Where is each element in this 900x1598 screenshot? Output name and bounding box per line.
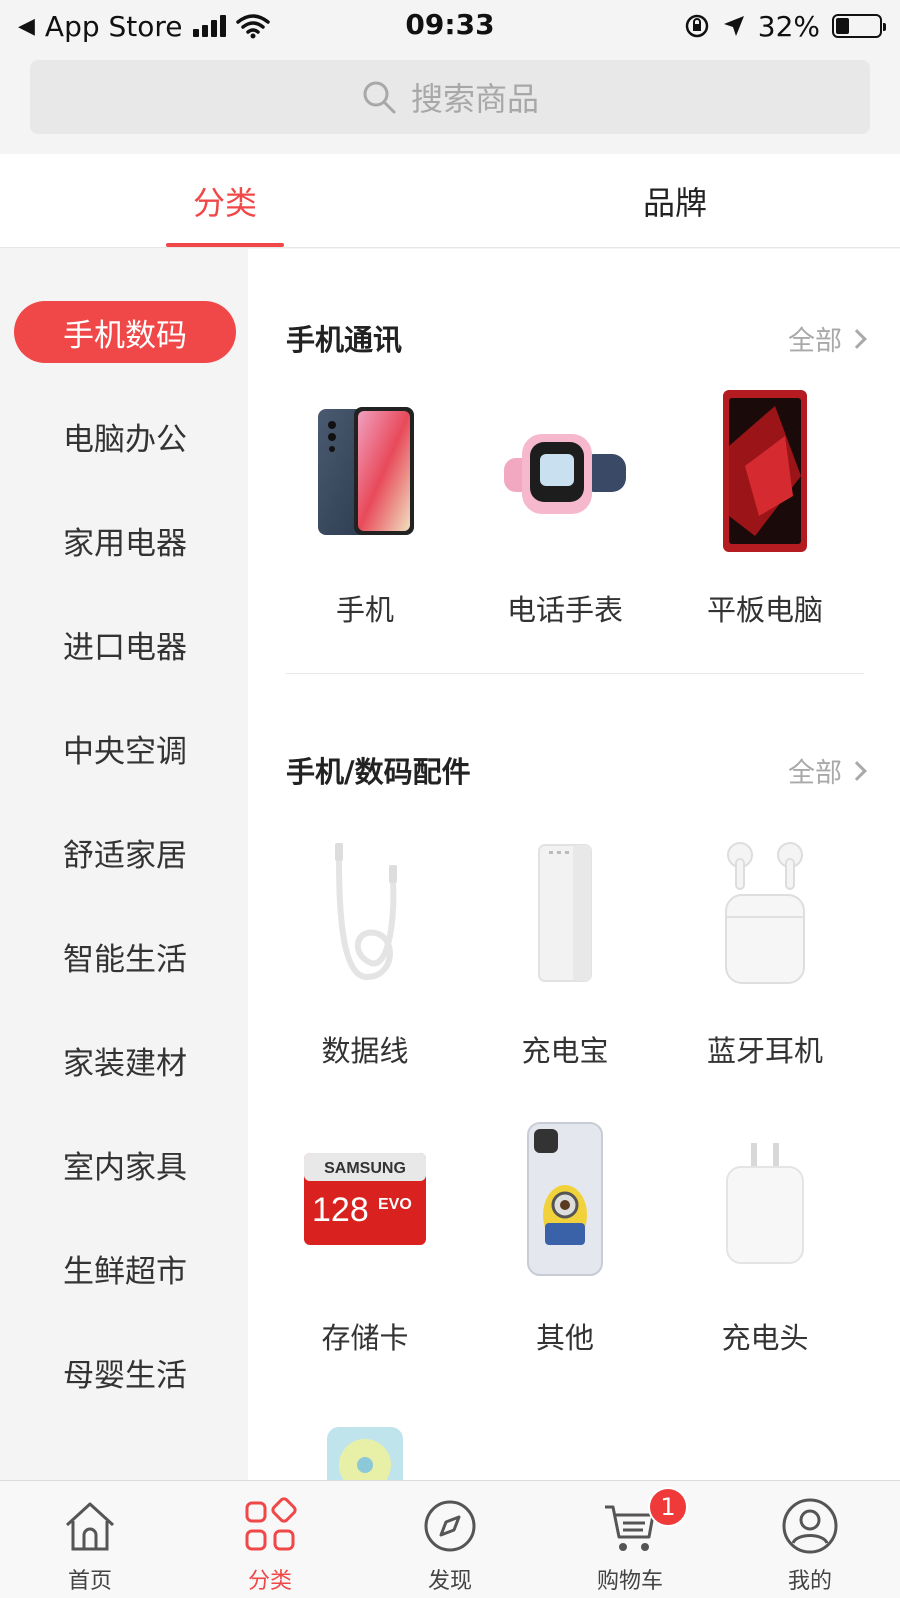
category-sidebar: 手机数码 电脑办公 家用电器 进口电器 中央空调 舒适家居 智能生活 家装建材 … <box>0 249 248 1480</box>
product-name: 其他 <box>535 1321 594 1355</box>
back-app-label: App Store <box>44 9 183 43</box>
product-name: 电话手表 <box>506 593 623 627</box>
category-icon <box>245 1497 297 1551</box>
memory-card-image: SAMSUNG 128 EVO <box>290 1119 440 1279</box>
product-item[interactable]: 蓝牙耳机 <box>665 832 865 1070</box>
sidebar-item-comfort-home[interactable]: 舒适家居 <box>14 821 236 883</box>
sidebar-item-home-appliances[interactable]: 家用电器 <box>14 509 236 571</box>
section-title-phones: 手机通讯 <box>286 323 403 357</box>
status-right: 32% <box>684 9 886 43</box>
tab-category[interactable]: 分类 <box>0 154 450 247</box>
product-item[interactable]: 充电宝 <box>465 832 665 1070</box>
sidebar-item-computer-office[interactable]: 电脑办公 <box>14 405 236 467</box>
tabbar-discover[interactable]: 发现 <box>360 1481 540 1598</box>
bottom-tab-bar: 首页 分类 发现 购物车 1 我的 <box>0 1480 900 1598</box>
tabbar-profile[interactable]: 我的 <box>720 1481 900 1598</box>
memory-card-brand: SAMSUNG <box>324 1160 406 1177</box>
product-name: 存储卡 <box>321 1321 409 1355</box>
status-left[interactable]: ◀ App Store <box>18 10 270 43</box>
sidebar-item-fresh-market[interactable]: 生鲜超市 <box>14 1237 236 1299</box>
section-title-accessories: 手机/数码配件 <box>286 755 471 789</box>
search-bar: 搜索商品 <box>0 52 900 152</box>
cable-image <box>295 832 435 992</box>
charger-image <box>695 1119 835 1279</box>
chevron-right-icon <box>847 328 867 349</box>
product-item[interactable]: 平板电脑 <box>665 390 865 629</box>
cart-badge: 1 <box>648 1487 688 1527</box>
product-item[interactable]: 手机 <box>265 391 465 629</box>
search-icon <box>363 81 396 114</box>
memory-card-capacity: 128 <box>312 1191 369 1229</box>
battery-icon <box>832 14 886 38</box>
status-bar: ◀ App Store 09:33 32% <box>0 0 900 52</box>
product-name: 数据线 <box>321 1034 409 1068</box>
product-item-partial[interactable] <box>265 1425 465 1480</box>
power-bank-image <box>495 832 635 992</box>
product-item[interactable]: 充电头 <box>665 1119 865 1357</box>
home-icon <box>65 1502 115 1551</box>
fan-image <box>295 1425 435 1480</box>
section-divider <box>286 673 864 674</box>
product-item[interactable]: 其他 <box>465 1119 665 1357</box>
tabbar-label: 首页 <box>67 1569 112 1594</box>
category-content: 手机通讯 全部 手机 电话手表 平板电脑 手机/数码配件 全部 数据线 充电宝 … <box>248 249 900 1480</box>
tabbar-label: 我的 <box>787 1569 832 1594</box>
location-icon <box>723 16 744 36</box>
sidebar-item-mobile-digital[interactable]: 手机数码 <box>14 301 236 363</box>
chevron-right-icon <box>847 760 867 781</box>
product-name: 蓝牙耳机 <box>706 1034 823 1068</box>
search-placeholder: 搜索商品 <box>410 80 539 118</box>
sidebar-item-furniture[interactable]: 室内家具 <box>14 1133 236 1195</box>
tabbar-label: 购物车 <box>596 1569 663 1594</box>
all-label: 全部 <box>788 758 842 789</box>
tablet-image <box>695 390 835 552</box>
phone-case-image <box>495 1119 635 1279</box>
phone-image <box>295 391 435 551</box>
product-item[interactable]: SAMSUNG 128 EVO 存储卡 <box>265 1119 465 1357</box>
smartwatch-image <box>495 391 635 551</box>
product-name: 充电宝 <box>521 1034 609 1068</box>
sidebar-item-mother-baby[interactable]: 母婴生活 <box>14 1341 236 1403</box>
search-input[interactable]: 搜索商品 <box>30 60 870 134</box>
product-name: 平板电脑 <box>706 593 823 627</box>
sidebar-item-smart-life[interactable]: 智能生活 <box>14 925 236 987</box>
compass-icon <box>424 1500 476 1552</box>
all-label: 全部 <box>788 326 842 357</box>
back-arrow-icon: ◀ <box>18 13 35 39</box>
rotation-lock-icon <box>685 14 709 38</box>
tab-brand[interactable]: 品牌 <box>450 154 900 247</box>
product-item[interactable]: 数据线 <box>265 832 465 1070</box>
section-all-link-phones[interactable]: 全部 <box>788 319 867 358</box>
profile-icon <box>782 1498 838 1554</box>
section-all-link-accessories[interactable]: 全部 <box>788 751 867 790</box>
top-tabs: 分类 品牌 <box>0 154 900 248</box>
battery-percent: 32% <box>757 9 820 43</box>
memory-card-series: EVO <box>378 1196 412 1213</box>
tabbar-cart[interactable]: 购物车 1 <box>540 1481 720 1598</box>
product-name: 充电头 <box>721 1321 809 1355</box>
wifi-icon <box>235 14 270 39</box>
sidebar-item-building-materials[interactable]: 家装建材 <box>14 1029 236 1091</box>
sidebar-item-central-ac[interactable]: 中央空调 <box>14 717 236 779</box>
signal-icon <box>192 15 226 37</box>
sidebar-item-imported-appliances[interactable]: 进口电器 <box>14 613 236 675</box>
tabbar-label: 分类 <box>247 1569 292 1594</box>
earbuds-image <box>695 832 835 992</box>
tabbar-home[interactable]: 首页 <box>0 1481 180 1598</box>
tabbar-category[interactable]: 分类 <box>180 1481 360 1598</box>
tabbar-label: 发现 <box>427 1569 472 1594</box>
product-item[interactable]: 电话手表 <box>465 391 665 629</box>
product-name: 手机 <box>335 593 394 627</box>
